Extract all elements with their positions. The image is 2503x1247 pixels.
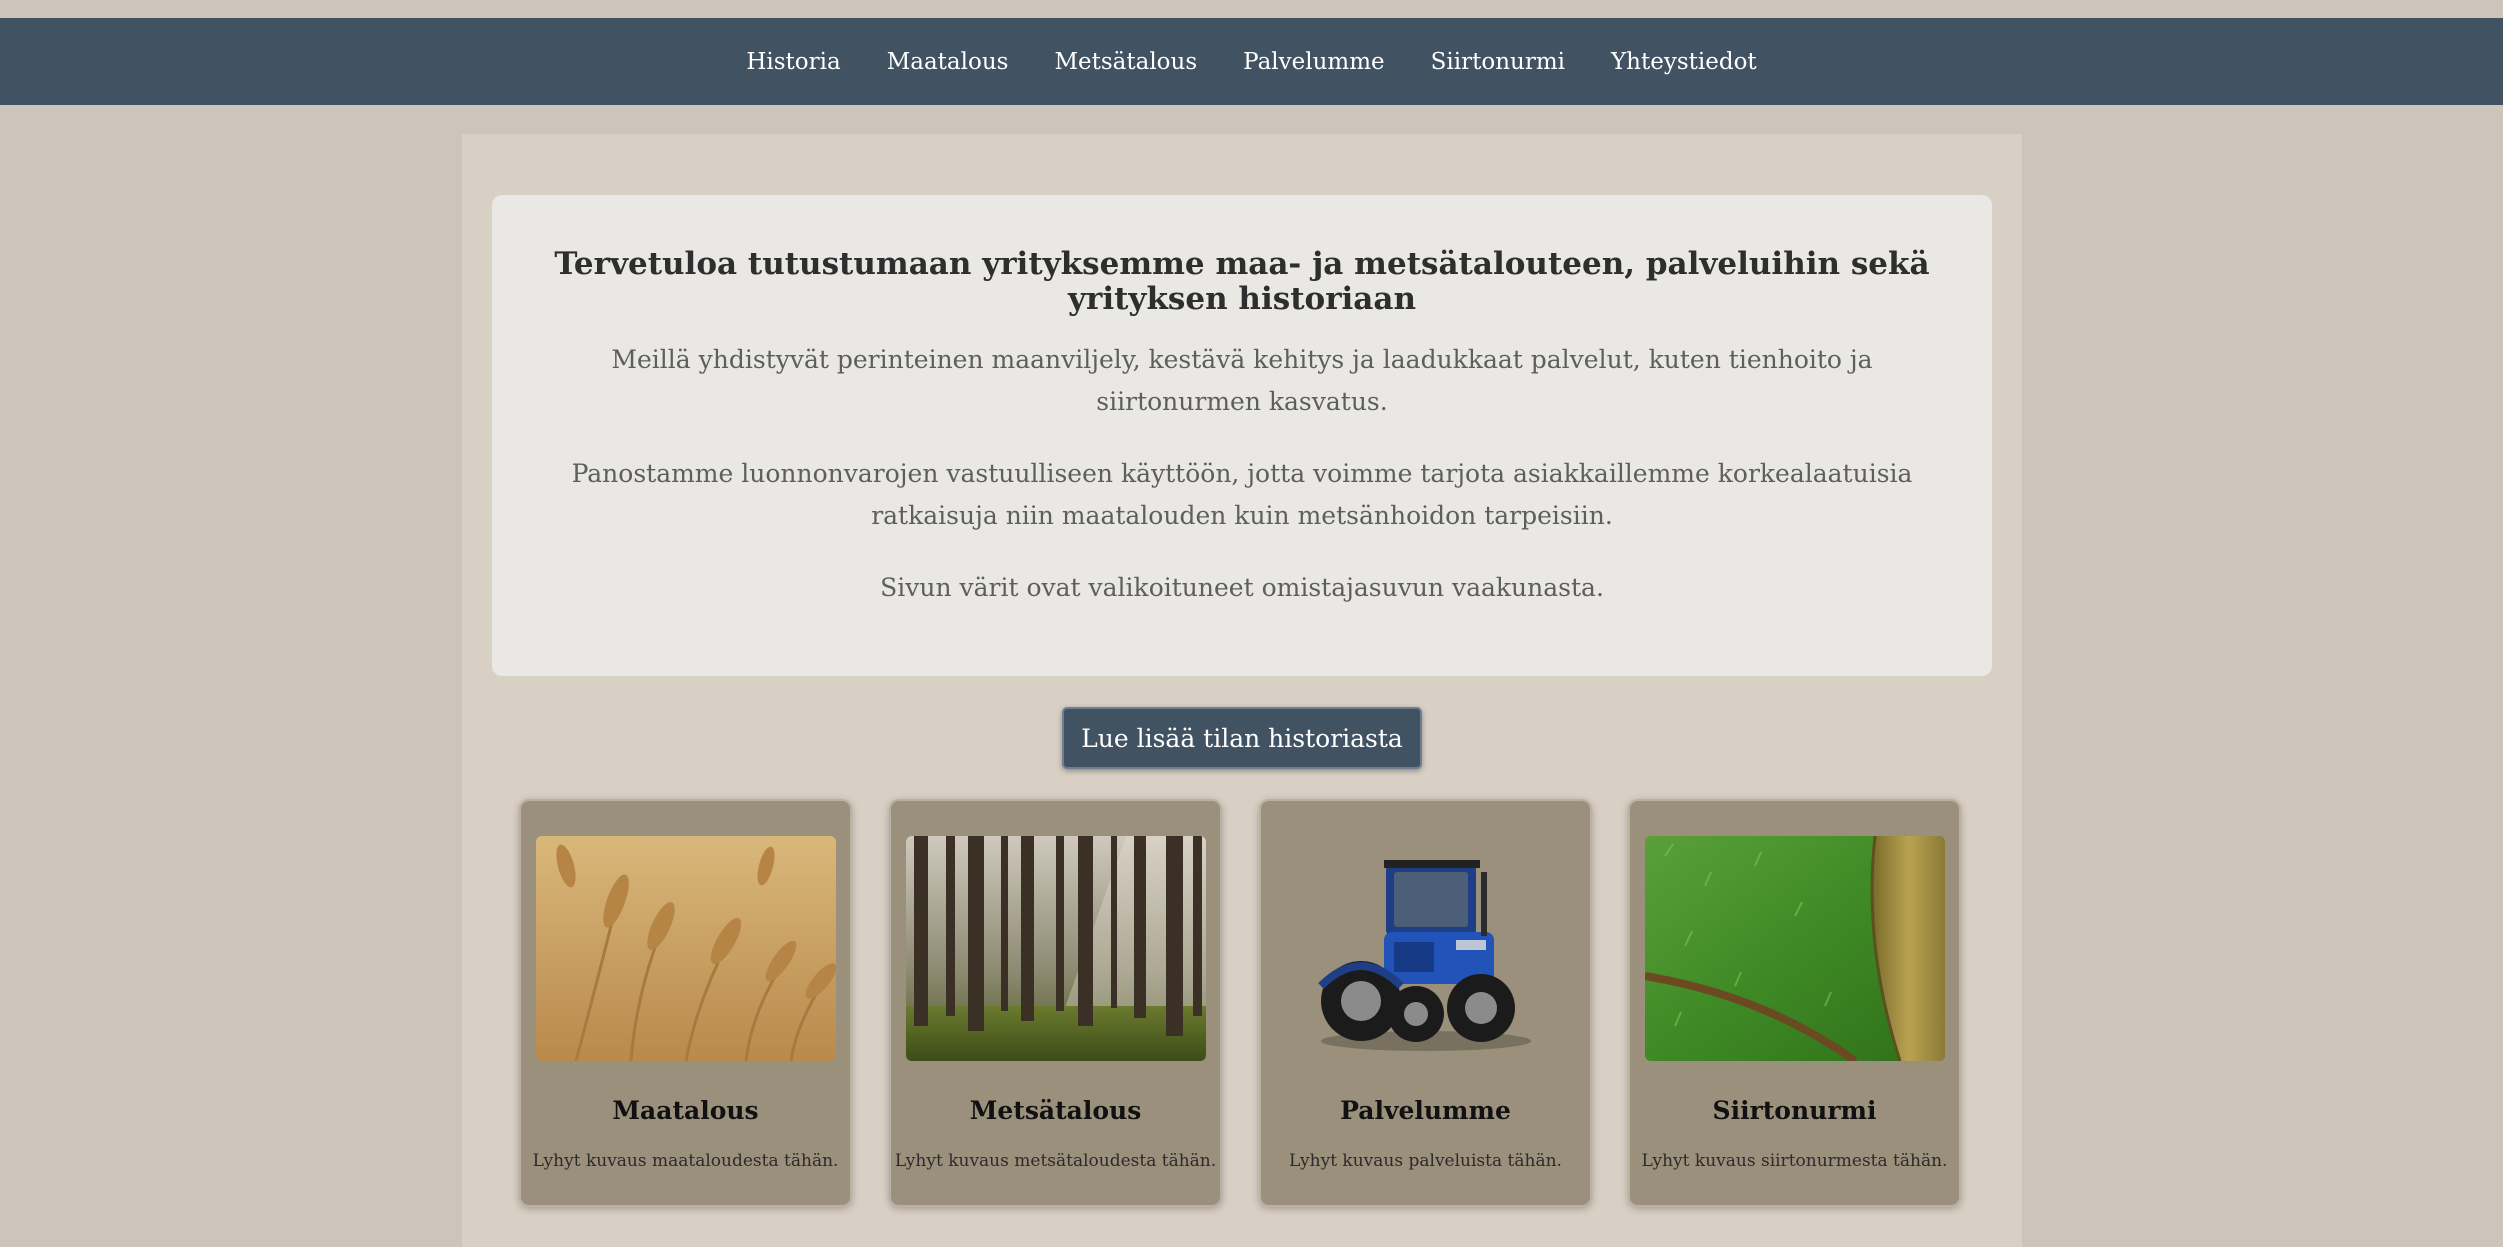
tractor-image: [1276, 836, 1576, 1061]
nav-link-metsatalous[interactable]: Metsätalous: [1054, 49, 1197, 75]
card-description-palvelumme: Lyhyt kuvaus palveluista tähän.: [1289, 1151, 1562, 1171]
card-description-metsatalous: Lyhyt kuvaus metsätaloudesta tähän.: [894, 1151, 1217, 1171]
forest-image: [906, 836, 1206, 1061]
card-metsatalous[interactable]: Metsätalous Lyhyt kuvaus metsätaloudesta…: [889, 799, 1222, 1207]
card-title-maatalous: Maatalous: [612, 1096, 759, 1125]
read-history-button[interactable]: Lue lisää tilan historiasta: [1062, 707, 1422, 769]
intro-paragraph-2: Panostamme luonnonvarojen vastuulliseen …: [571, 459, 1913, 530]
card-palvelumme[interactable]: Palvelumme Lyhyt kuvaus palveluista tähä…: [1259, 799, 1592, 1207]
intro-box: Tervetuloa tutustumaan yrityksemme maa- …: [492, 195, 1992, 676]
card-maatalous[interactable]: Maatalous Lyhyt kuvaus maataloudesta täh…: [519, 799, 852, 1207]
card-description-siirtonurmi: Lyhyt kuvaus siirtonurmesta tähän.: [1641, 1151, 1948, 1171]
intro-paragraph-1: Meillä yhdistyvät perinteinen maanviljel…: [611, 345, 1873, 416]
nav-link-yhteystiedot[interactable]: Yhteystiedot: [1611, 49, 1757, 75]
intro-heading: Tervetuloa tutustumaan yrityksemme maa- …: [554, 246, 1930, 317]
nav-link-palvelumme[interactable]: Palvelumme: [1243, 49, 1385, 75]
intro-paragraph-3: Sivun värit ovat valikoituneet omistajas…: [880, 573, 1604, 602]
main-content: Tervetuloa tutustumaan yrityksemme maa- …: [462, 134, 2022, 1247]
nav-link-historia[interactable]: Historia: [746, 49, 840, 75]
turf-image: [1645, 836, 1945, 1061]
card-title-siirtonurmi: Siirtonurmi: [1712, 1096, 1877, 1125]
card-siirtonurmi[interactable]: Siirtonurmi Lyhyt kuvaus siirtonurmesta …: [1628, 799, 1961, 1207]
main-navigation: Historia Maatalous Metsätalous Palvelumm…: [0, 18, 2503, 105]
top-strip: [0, 0, 2503, 18]
nav-link-siirtonurmi[interactable]: Siirtonurmi: [1431, 49, 1565, 75]
card-title-metsatalous: Metsätalous: [969, 1096, 1142, 1125]
wheat-image: [536, 836, 836, 1061]
nav-link-maatalous[interactable]: Maatalous: [887, 49, 1009, 75]
card-title-palvelumme: Palvelumme: [1340, 1096, 1511, 1125]
card-description-maatalous: Lyhyt kuvaus maataloudesta tähän.: [532, 1151, 839, 1171]
